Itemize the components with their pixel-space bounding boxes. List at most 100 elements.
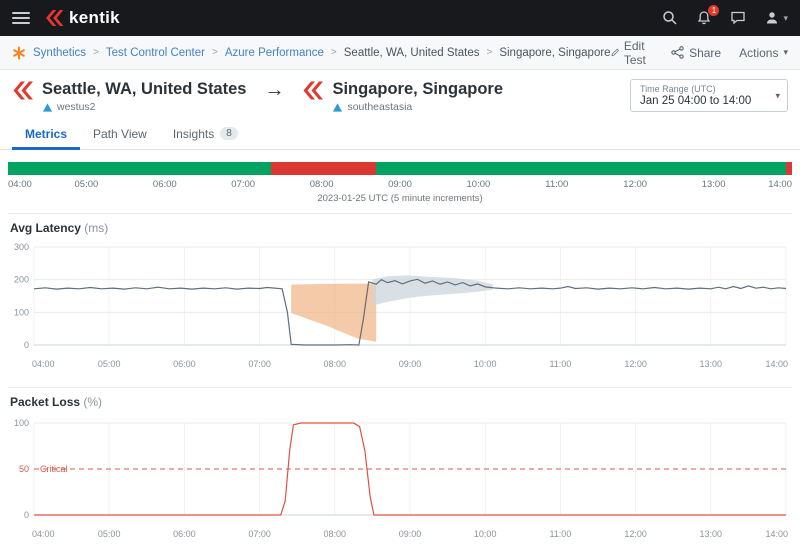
- timeline-tick-label: 11:00: [545, 179, 569, 190]
- svg-text:09:00: 09:00: [399, 359, 422, 369]
- anomaly-band-orange: [291, 283, 377, 342]
- search-icon[interactable]: [662, 10, 678, 26]
- destination-endpoint: Singapore, Singapore southeastasia: [302, 79, 503, 113]
- tab-insights[interactable]: Insights 8: [160, 120, 251, 150]
- timeline-tick-label: 08:00: [309, 179, 334, 190]
- test-pair-header: Seattle, WA, United States westus2 → Sin…: [0, 70, 800, 120]
- svg-text:14:00: 14:00: [765, 529, 788, 539]
- svg-text:200: 200: [14, 275, 29, 285]
- agent-mark-icon: [303, 81, 324, 100]
- svg-text:07:00: 07:00: [248, 359, 271, 369]
- timeline-segment-healthy[interactable]: [8, 162, 272, 175]
- timeline-tick-label: 09:00: [388, 179, 412, 190]
- time-range-label: Time Range (UTC): [640, 84, 716, 94]
- svg-text:50: 50: [19, 464, 29, 474]
- avg-latency-chart[interactable]: 0 100 200 300 04:00 05:00 06:00 07:00 08:00 09:00…: [8, 239, 792, 373]
- user-avatar-icon[interactable]: ▾: [764, 10, 788, 26]
- chevron-down-icon: ▾: [783, 12, 788, 23]
- time-range-selector[interactable]: Time Range (UTC) Jan 25 04:00 to 14:00 ▾: [630, 79, 788, 112]
- chart-title: Avg Latency: [10, 221, 81, 235]
- agent-mark-icon: [13, 81, 33, 100]
- breadcrumb-item[interactable]: Azure Performance: [225, 47, 324, 59]
- timeline-ticks: 04:00 05:00 06:00 07:00 08:00 09:00 10:00 11:00…: [8, 179, 792, 192]
- timeline-tick-label: 07:00: [231, 179, 256, 190]
- critical-threshold-label: Critical: [40, 464, 68, 474]
- notifications-bell-icon[interactable]: 1: [696, 5, 720, 26]
- svg-text:10:00: 10:00: [474, 359, 497, 369]
- svg-text:09:00: 09:00: [399, 529, 422, 539]
- timeline-tick-label: 12:00: [623, 179, 648, 190]
- svg-text:10:00: 10:00: [474, 529, 497, 539]
- section-divider: [8, 213, 792, 214]
- kentik-logo[interactable]: kentik: [44, 8, 120, 28]
- health-timeline-bar[interactable]: [8, 162, 792, 175]
- chevron-down-icon: ▾: [775, 90, 780, 100]
- timeline-segment-critical[interactable]: [785, 162, 792, 175]
- svg-text:100: 100: [14, 418, 29, 428]
- tab-badge: 8: [220, 127, 238, 140]
- time-range-value: Jan 25 04:00 to 14:00: [640, 95, 752, 107]
- actions-label: Actions: [739, 45, 779, 60]
- tab-label: Path View: [93, 126, 147, 141]
- metrics-panel: 04:00 05:00 06:00 07:00 08:00 09:00 10:00 11:00…: [0, 162, 800, 548]
- svg-text:05:00: 05:00: [98, 359, 121, 369]
- share-label: Share: [689, 45, 722, 60]
- breadcrumb-item[interactable]: Synthetics: [33, 47, 86, 59]
- breadcrumb-item: Singapore, Singapore: [499, 46, 611, 59]
- chat-icon[interactable]: [730, 10, 746, 26]
- svg-text:0: 0: [24, 510, 29, 520]
- timeline-caption: 2023-01-25 UTC (5 minute increments): [317, 193, 483, 204]
- breadcrumb-separator: >: [486, 47, 493, 58]
- svg-text:08:00: 08:00: [324, 359, 347, 369]
- tab-label: Insights: [172, 126, 215, 141]
- packet-loss-chart[interactable]: 0 100 50 Critical 04:00 05:00 06:00 07:00 08:00 0…: [8, 413, 792, 543]
- destination-region: southeastasia: [347, 101, 413, 113]
- timeline-segment-critical[interactable]: [271, 162, 376, 175]
- tab-path-view[interactable]: Path View: [80, 120, 160, 150]
- timeline-tick-label: 04:00: [8, 179, 32, 190]
- actions-menu-button[interactable]: Actions ▾: [739, 46, 788, 60]
- breadcrumb-separator: >: [211, 47, 218, 58]
- svg-text:11:00: 11:00: [549, 529, 571, 539]
- svg-text:11:00: 11:00: [549, 359, 571, 369]
- svg-text:04:00: 04:00: [32, 359, 55, 369]
- share-icon: [671, 46, 684, 59]
- test-toolbar: Edit Test Share Actions ▾: [610, 39, 788, 67]
- source-region: westus2: [57, 101, 96, 113]
- edit-pencil-icon: [610, 48, 619, 57]
- edit-test-button[interactable]: Edit Test: [610, 39, 654, 67]
- source-endpoint: Seattle, WA, United States westus2: [12, 79, 246, 113]
- svg-text:07:00: 07:00: [248, 529, 271, 539]
- timeline-segment-healthy[interactable]: [375, 162, 786, 175]
- tab-label: Metrics: [25, 126, 68, 141]
- source-name: Seattle, WA, United States: [42, 80, 247, 98]
- destination-name: Singapore, Singapore: [332, 80, 503, 98]
- share-button[interactable]: Share: [671, 46, 721, 60]
- health-timeline: 04:00 05:00 06:00 07:00 08:00 09:00 10:00 11:00…: [8, 162, 792, 204]
- svg-text:06:00: 06:00: [173, 359, 196, 369]
- svg-text:08:00: 08:00: [324, 529, 347, 539]
- svg-text:13:00: 13:00: [700, 529, 723, 539]
- latency-chart-heading: Avg Latency (ms): [10, 221, 792, 235]
- timeline-tick-label: 05:00: [74, 179, 99, 190]
- timeline-tick-label: 13:00: [701, 179, 726, 190]
- direction-arrow-icon: →: [264, 79, 285, 101]
- app-root: { "header": { "brand": "kentik", "notifi…: [0, 0, 800, 555]
- azure-icon: [333, 102, 343, 112]
- synthetics-icon: [13, 46, 25, 59]
- top-navigation-bar: kentik 1 ▾: [0, 0, 800, 36]
- svg-text:13:00: 13:00: [700, 359, 723, 369]
- timeline-tick-label: 14:00: [768, 179, 792, 190]
- svg-text:05:00: 05:00: [98, 529, 121, 539]
- tab-metrics[interactable]: Metrics: [12, 120, 81, 150]
- breadcrumb-item[interactable]: Test Control Center: [106, 47, 205, 59]
- timeline-tick-label: 06:00: [152, 179, 177, 190]
- svg-text:14:00: 14:00: [765, 359, 788, 369]
- svg-text:06:00: 06:00: [173, 529, 196, 539]
- menu-icon[interactable]: [12, 9, 30, 27]
- breadcrumb: Synthetics > Test Control Center > Azure Per…: [12, 46, 611, 60]
- svg-text:100: 100: [14, 307, 29, 317]
- breadcrumb-separator: >: [93, 47, 99, 58]
- chart-title: Packet Loss: [10, 395, 81, 409]
- breadcrumb-separator: >: [330, 47, 337, 58]
